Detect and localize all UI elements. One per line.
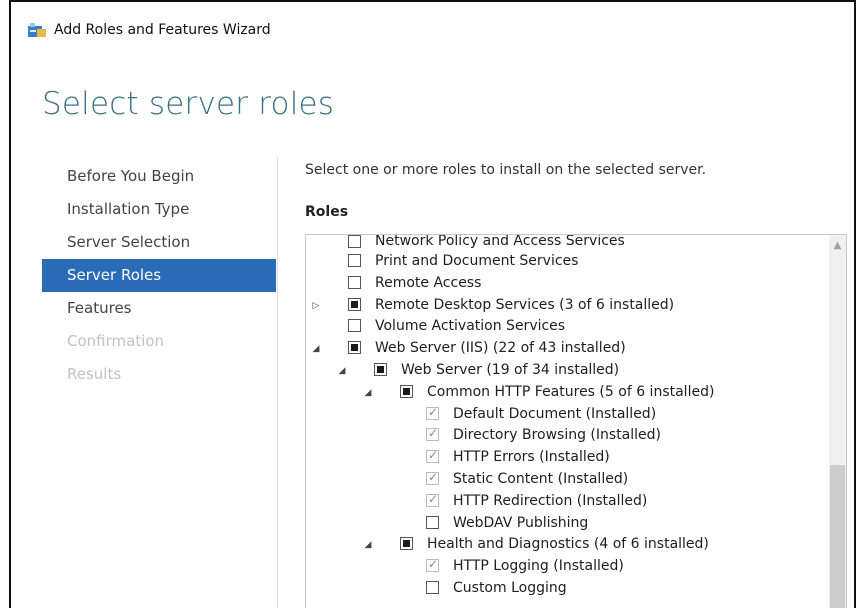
- triangle-collapsed-icon[interactable]: ▷: [311, 300, 321, 312]
- nav-item-installation-type[interactable]: Installation Type: [42, 193, 276, 226]
- title-bar: Add Roles and Features Wizard: [11, 2, 854, 46]
- window-title: Add Roles and Features Wizard: [54, 22, 271, 38]
- role-row[interactable]: ▷ Remote Desktop Services (3 of 6 install…: [306, 296, 829, 318]
- role-checkbox[interactable]: [374, 362, 387, 376]
- role-label: Print and Document Services: [375, 253, 579, 269]
- role-checkbox[interactable]: [400, 384, 413, 398]
- role-row[interactable]: HTTP Logging (Installed): [306, 557, 829, 579]
- role-row[interactable]: Custom Logging: [306, 579, 829, 601]
- role-row[interactable]: WebDAV Publishing: [306, 514, 829, 536]
- role-label: HTTP Errors (Installed): [453, 449, 610, 466]
- role-row[interactable]: Remote Access: [306, 274, 829, 296]
- nav-item-features[interactable]: Features: [42, 292, 276, 325]
- roles-tree-rows: Network Policy and Access Services Print …: [306, 235, 829, 601]
- nav-divider: [277, 157, 278, 608]
- role-label: WebDAV Publishing: [453, 514, 589, 531]
- roles-label: Roles: [305, 204, 349, 220]
- nav-item-server-selection[interactable]: Server Selection: [42, 226, 276, 259]
- vertical-scrollbar[interactable]: ▲: [829, 235, 846, 608]
- triangle-expanded-icon[interactable]: ◢: [363, 387, 373, 399]
- role-label: Remote Desktop Services (3 of 6 installe…: [375, 296, 675, 313]
- role-label: Web Server (19 of 34 installed): [401, 361, 620, 378]
- role-label: Web Server (IIS) (22 of 43 installed): [375, 340, 626, 357]
- role-row[interactable]: Print and Document Services: [306, 252, 829, 274]
- nav-item-results: Results: [67, 365, 122, 383]
- role-row[interactable]: HTTP Redirection (Installed): [306, 492, 829, 514]
- triangle-expanded-icon[interactable]: ◢: [337, 365, 347, 377]
- triangle-expanded-icon[interactable]: ◢: [363, 539, 373, 551]
- instructions-text: Select one or more roles to install on t…: [305, 162, 707, 178]
- wizard-navigation: Before You Begin Installation Type Server …: [42, 160, 276, 391]
- role-label: Health and Diagnostics (4 of 6 installed…: [427, 536, 709, 553]
- roles-tree[interactable]: Network Policy and Access Services Print …: [305, 234, 847, 608]
- role-checkbox: [426, 448, 439, 464]
- role-checkbox[interactable]: [348, 235, 361, 248]
- role-checkbox: [426, 557, 439, 573]
- wizard-window: Add Roles and Features Wizard Select ser…: [9, 0, 856, 608]
- role-row[interactable]: Default Document (Installed): [306, 405, 829, 427]
- role-row[interactable]: ◢ Web Server (19 of 34 installed): [306, 361, 829, 383]
- role-checkbox[interactable]: [400, 537, 413, 551]
- role-label: Default Document (Installed): [453, 405, 657, 422]
- role-row[interactable]: Network Policy and Access Services: [306, 235, 829, 252]
- role-checkbox[interactable]: [348, 297, 361, 311]
- role-checkbox[interactable]: [348, 341, 361, 355]
- role-checkbox: [426, 426, 439, 442]
- role-checkbox[interactable]: [426, 580, 439, 594]
- scroll-up-arrow-icon[interactable]: ▲: [829, 235, 846, 257]
- role-checkbox[interactable]: [426, 515, 439, 529]
- role-label: Custom Logging: [453, 579, 567, 596]
- role-checkbox[interactable]: [348, 254, 361, 267]
- role-label: Remote Access: [375, 274, 482, 291]
- page-title: Select server roles: [42, 86, 335, 122]
- role-checkbox: [426, 492, 439, 507]
- nav-item-before-you-begin[interactable]: Before You Begin: [42, 160, 276, 193]
- role-row[interactable]: ◢ Health and Diagnostics (4 of 6 installe…: [306, 535, 829, 557]
- role-label: HTTP Redirection (Installed): [453, 492, 648, 509]
- role-checkbox: [426, 470, 439, 485]
- role-row[interactable]: Static Content (Installed): [306, 470, 829, 492]
- role-label: Static Content (Installed): [453, 470, 629, 487]
- role-row[interactable]: HTTP Errors (Installed): [306, 448, 829, 470]
- role-label: HTTP Logging (Installed): [453, 558, 624, 575]
- role-row[interactable]: ◢ Web Server (IIS) (22 of 43 installed): [306, 339, 829, 361]
- nav-item-server-roles[interactable]: Server Roles: [42, 259, 276, 292]
- triangle-expanded-icon[interactable]: ◢: [311, 343, 321, 355]
- nav-item-confirmation: Confirmation: [67, 332, 165, 350]
- role-label: Volume Activation Services: [375, 318, 566, 335]
- role-row[interactable]: Directory Browsing (Installed): [306, 426, 829, 448]
- server-manager-icon: [28, 22, 46, 38]
- role-checkbox[interactable]: [348, 319, 361, 333]
- role-checkbox: [426, 405, 439, 420]
- role-row[interactable]: ◢ Common HTTP Features (5 of 6 installed): [306, 383, 829, 405]
- scrollbar-thumb[interactable]: [830, 465, 845, 608]
- role-label: Network Policy and Access Services: [375, 234, 625, 249]
- role-label: Directory Browsing (Installed): [453, 427, 662, 444]
- role-row[interactable]: Volume Activation Services: [306, 317, 829, 339]
- role-checkbox[interactable]: [348, 275, 361, 289]
- role-label: Common HTTP Features (5 of 6 installed): [427, 383, 715, 400]
